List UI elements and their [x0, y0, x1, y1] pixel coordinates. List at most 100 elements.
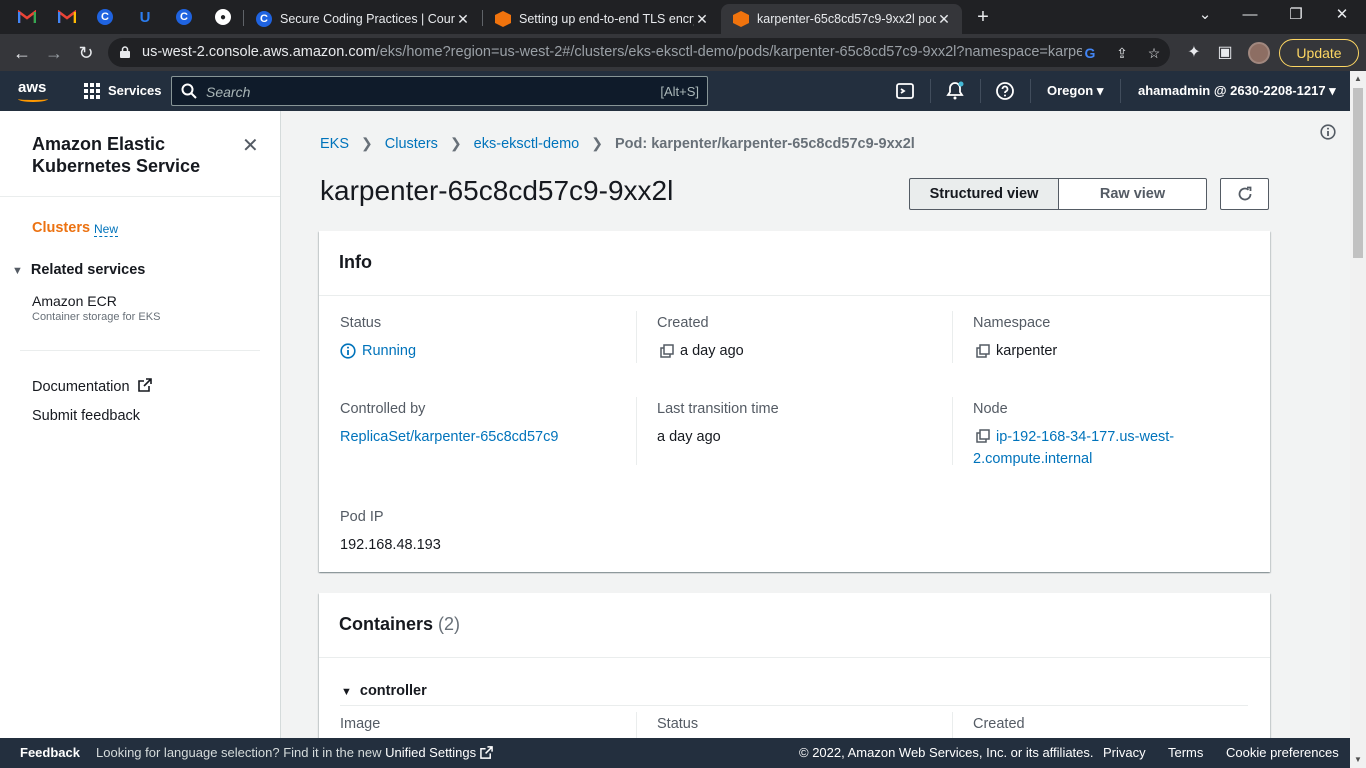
- last-transition-value: a day ago: [657, 429, 721, 445]
- documentation-link[interactable]: Documentation: [32, 378, 152, 395]
- field-label: Namespace: [973, 315, 1051, 331]
- last-transition-field: Last transition time a day ago: [636, 397, 933, 465]
- containers-panel: Containers (2) ▼ controller Image Status …: [319, 593, 1270, 738]
- update-button[interactable]: Update: [1279, 39, 1359, 67]
- copy-icon[interactable]: [976, 344, 990, 358]
- browser-tab-strip: C U C ● C Secure Coding Practices | Cour…: [0, 0, 1366, 34]
- chevron-right-icon: ❯: [361, 135, 373, 151]
- page-scrollbar[interactable]: ▲ ▼: [1350, 71, 1366, 768]
- close-icon[interactable]: ✕: [936, 11, 952, 28]
- scroll-down-arrow-icon[interactable]: ▼: [1350, 752, 1366, 768]
- search-shortcut: [Alt+S]: [660, 84, 699, 99]
- aws-cube-icon: [495, 11, 511, 27]
- scrollbar-thumb[interactable]: [1353, 88, 1363, 258]
- breadcrumb-eks[interactable]: EKS: [320, 136, 349, 152]
- extensions-icon[interactable]: ✦: [1183, 42, 1205, 64]
- account-menu[interactable]: ahamadmin @ 2630-2208-1217 ▾: [1138, 83, 1336, 99]
- node-link[interactable]: ip-192-168-34-177.us-west- 2.compute.inte…: [973, 426, 1249, 470]
- page-title: karpenter-65c8cd57c9-9xx2l: [320, 175, 674, 206]
- controller-expander[interactable]: ▼ controller: [341, 683, 427, 699]
- breadcrumb: EKS ❯ Clusters ❯ eks-eksctl-demo ❯ Pod: …: [320, 135, 915, 152]
- search-input[interactable]: Search [Alt+S]: [171, 76, 708, 106]
- gmail-pinned-tab[interactable]: [8, 0, 46, 34]
- services-grid-icon[interactable]: [84, 83, 100, 99]
- namespace-value: karpenter: [973, 340, 1249, 362]
- sidebar-title[interactable]: Amazon Elastic Kubernetes Service: [32, 133, 232, 177]
- tab-karpenter-pod[interactable]: karpenter-65c8cd57c9-9xx2l pod ✕: [721, 4, 962, 34]
- privacy-link[interactable]: Privacy: [1103, 745, 1146, 760]
- side-panel-icon[interactable]: ▣: [1214, 42, 1236, 64]
- new-tab-button[interactable]: +: [972, 6, 994, 28]
- field-label: Status: [657, 716, 699, 732]
- google-lens-icon[interactable]: G: [1080, 43, 1100, 63]
- related-services-toggle[interactable]: ▼ Related services: [12, 262, 145, 278]
- controlled-by-link[interactable]: ReplicaSet/karpenter-65c8cd57c9: [340, 426, 637, 448]
- tab-search-button[interactable]: ⌄: [1182, 0, 1228, 34]
- services-menu[interactable]: Services: [108, 83, 162, 98]
- chevron-right-icon: ❯: [449, 135, 462, 151]
- close-icon[interactable]: ✕: [694, 11, 710, 28]
- tab-title: Setting up end-to-end TLS encry: [519, 12, 694, 26]
- region-selector[interactable]: Oregon ▾: [1047, 83, 1103, 99]
- sidebar-item-clusters[interactable]: Clusters: [32, 220, 90, 236]
- copyright: © 2022, Amazon Web Services, Inc. or its…: [799, 745, 1094, 760]
- github-pinned-tab[interactable]: ●: [204, 0, 242, 34]
- breadcrumb-cluster[interactable]: eks-eksctl-demo: [474, 136, 580, 152]
- caret-down-icon: ▼: [12, 265, 23, 277]
- refresh-button[interactable]: [1220, 178, 1269, 210]
- scroll-up-arrow-icon[interactable]: ▲: [1350, 71, 1366, 87]
- close-icon[interactable]: ✕: [242, 133, 259, 158]
- feedback-button[interactable]: Feedback: [20, 745, 80, 760]
- copy-icon[interactable]: [976, 429, 990, 443]
- field-label: Node: [973, 401, 1008, 417]
- submit-feedback-link[interactable]: Submit feedback: [32, 408, 140, 424]
- share-icon[interactable]: ⇪: [1112, 43, 1132, 63]
- notifications-bell-icon[interactable]: [945, 81, 965, 101]
- image-field: Image: [340, 716, 637, 732]
- new-badge[interactable]: New: [94, 222, 119, 237]
- close-window-button[interactable]: ✕: [1319, 0, 1365, 34]
- structured-view-button[interactable]: Structured view: [909, 178, 1059, 210]
- raw-view-button[interactable]: Raw view: [1058, 178, 1207, 210]
- forward-button[interactable]: →: [40, 39, 68, 67]
- breadcrumb-clusters[interactable]: Clusters: [385, 136, 438, 152]
- profile-avatar[interactable]: [1248, 42, 1270, 64]
- ecr-description: Container storage for EKS: [32, 311, 161, 323]
- status-value[interactable]: Running: [340, 340, 637, 362]
- info-panel-toggle-icon[interactable]: [1320, 124, 1336, 140]
- field-label: Image: [340, 716, 381, 732]
- gmail-pinned-tab-2[interactable]: [48, 0, 86, 34]
- omnibox[interactable]: us-west-2.console.aws.amazon.com/eks/hom…: [108, 38, 1170, 67]
- reload-button[interactable]: ↻: [72, 39, 100, 67]
- tab-tls-setup[interactable]: Setting up end-to-end TLS encry ✕: [483, 4, 720, 34]
- sidebar-item-ecr[interactable]: Amazon ECR: [32, 293, 117, 309]
- info-heading: Info: [319, 231, 1270, 296]
- gmail-icon: [18, 10, 36, 23]
- coursera-pinned-tab-2[interactable]: C: [165, 0, 203, 34]
- external-link-icon: [137, 378, 152, 392]
- terms-link[interactable]: Terms: [1168, 745, 1203, 760]
- cloudshell-icon[interactable]: [895, 81, 915, 101]
- field-label: Controlled by: [340, 401, 426, 417]
- restore-button[interactable]: ❐: [1273, 0, 1319, 34]
- minimize-button[interactable]: —: [1227, 0, 1273, 34]
- bookmark-star-icon[interactable]: ☆: [1144, 43, 1164, 63]
- cookie-preferences-link[interactable]: Cookie preferences: [1226, 745, 1339, 760]
- copy-icon[interactable]: [660, 344, 674, 358]
- url-text: us-west-2.console.aws.amazon.com/eks/hom…: [142, 44, 1082, 60]
- container-status-field: Status: [636, 712, 933, 738]
- unified-settings-link[interactable]: Unified Settings: [385, 745, 476, 760]
- controlled-by-field: Controlled by ReplicaSet/karpenter-65c8c…: [340, 401, 637, 448]
- close-icon[interactable]: ✕: [455, 11, 471, 28]
- tab-title: karpenter-65c8cd57c9-9xx2l pod: [757, 12, 936, 26]
- tab-secure-coding[interactable]: C Secure Coding Practices | Course ✕: [244, 4, 481, 34]
- coursera-icon: C: [256, 11, 272, 27]
- back-button[interactable]: ←: [8, 39, 36, 67]
- coursera-icon: C: [97, 9, 113, 25]
- coursera-pinned-tab[interactable]: C: [86, 0, 124, 34]
- help-icon[interactable]: [995, 81, 1015, 101]
- udemy-pinned-tab[interactable]: U: [126, 0, 164, 34]
- aws-logo[interactable]: aws: [18, 79, 48, 102]
- created-value: a day ago: [657, 340, 933, 362]
- aws-console-header: aws Services Search [Alt+S] Oregon ▾ aha…: [0, 71, 1350, 111]
